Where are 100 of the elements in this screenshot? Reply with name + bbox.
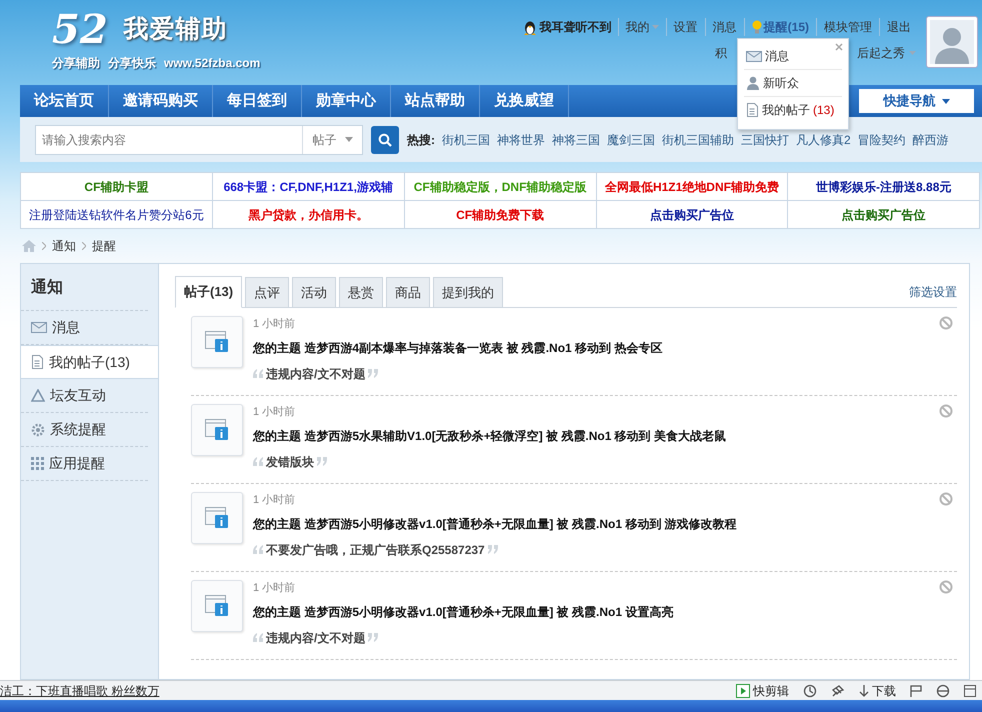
filter-settings-link[interactable]: 筛选设置 bbox=[909, 283, 957, 307]
forum-link[interactable]: 热会专区 bbox=[614, 340, 662, 354]
hot-search-label: 热搜: bbox=[407, 132, 435, 148]
close-quote-icon bbox=[368, 633, 378, 642]
credit-label: 积 bbox=[715, 45, 727, 62]
flag-icon[interactable] bbox=[910, 684, 922, 696]
menu-link[interactable]: 我的 bbox=[618, 18, 666, 36]
username-link[interactable]: 我耳聋听不到 bbox=[522, 18, 618, 36]
header-link[interactable]: 设置 bbox=[666, 18, 705, 36]
open-quote-icon bbox=[253, 633, 263, 642]
chevron-icon bbox=[82, 242, 86, 250]
reason-text: 违规内容/文不对题 bbox=[266, 366, 366, 382]
notification-text: 您的主题 造梦西游5水果辅助V1.0[无敌秒杀+轻微浮空] 被 残霞.No1 移动到 美食大战老鼠 bbox=[253, 428, 726, 444]
quick-nav-button[interactable]: 快捷导航 bbox=[859, 89, 974, 113]
tab[interactable]: 帖子(13) bbox=[175, 276, 242, 308]
home-icon[interactable] bbox=[22, 240, 36, 252]
hot-search-link[interactable]: 凡人修真2 bbox=[796, 130, 851, 148]
open-quote-icon bbox=[253, 545, 263, 554]
header-link[interactable]: 模块管理 bbox=[816, 18, 879, 36]
scope-label[interactable]: 帖子 bbox=[312, 130, 336, 148]
hot-search-link[interactable]: 三国快打 bbox=[741, 130, 789, 148]
hot-search-link[interactable]: 神将三国 bbox=[552, 130, 600, 148]
download-button[interactable]: 下载 bbox=[859, 682, 896, 700]
sidebar-item[interactable]: 我的帖子(13) bbox=[21, 345, 159, 379]
user-link[interactable]: 残霞.No1 bbox=[572, 604, 622, 618]
block-icon[interactable] bbox=[939, 404, 953, 418]
hot-search-link[interactable]: 神将世界 bbox=[497, 130, 545, 148]
reason-text: 发错版块 bbox=[266, 454, 314, 470]
thread-link[interactable]: 造梦西游5水果辅助V1.0[无敌秒杀+轻微浮空] bbox=[304, 428, 543, 442]
down-arrow-icon bbox=[859, 684, 869, 696]
grid-icon bbox=[31, 457, 44, 470]
tab[interactable]: 商品 bbox=[386, 277, 430, 308]
avatar[interactable] bbox=[926, 16, 978, 68]
open-quote-icon bbox=[253, 457, 263, 466]
header-link[interactable]: 退出 bbox=[879, 18, 918, 36]
hot-search-link[interactable]: 醉西游 bbox=[912, 130, 949, 148]
document-icon bbox=[746, 103, 759, 117]
user-link[interactable]: 残霞.No1 bbox=[561, 428, 612, 442]
user-link[interactable]: 残霞.No1 bbox=[572, 516, 622, 530]
caret-icon bbox=[344, 137, 352, 142]
clip-button[interactable]: 快剪辑 bbox=[736, 682, 789, 700]
search-field[interactable]: 请输入搜索内容 帖子 bbox=[35, 124, 363, 154]
status-link[interactable]: 洁工：下班直播唱歌 粉丝数万 bbox=[0, 682, 160, 700]
pin-icon[interactable] bbox=[831, 684, 845, 698]
window-icon[interactable] bbox=[964, 684, 976, 696]
sidebar-item[interactable]: 坛友互动 bbox=[21, 379, 148, 413]
ad-link[interactable]: CF辅助卡盟 bbox=[84, 180, 148, 194]
envelope-icon bbox=[746, 50, 762, 62]
time-text: 1 小时前 bbox=[253, 405, 296, 420]
hot-search-link[interactable]: 街机三国 bbox=[442, 130, 490, 148]
notification-text: 您的主题 造梦西游5小明修改器v1.0[普通秒杀+无限血量] 被 残霞.No1 设置高亮 bbox=[253, 604, 674, 620]
user-link[interactable]: 残霞.No1 bbox=[522, 340, 572, 354]
header-link[interactable]: 消息 bbox=[704, 18, 744, 36]
menu-item[interactable]: 新听众 bbox=[744, 70, 842, 97]
block-icon[interactable] bbox=[939, 580, 953, 594]
info-window-icon bbox=[205, 595, 229, 617]
time-text: 1 小时前 bbox=[253, 581, 296, 596]
sidebar-title: 通知 bbox=[21, 272, 148, 311]
search-icon bbox=[378, 132, 392, 146]
chevron-icon bbox=[42, 242, 46, 250]
thread-link[interactable]: 造梦西游5小明修改器v1.0[普通秒杀+无限血量] bbox=[304, 604, 554, 618]
search-button[interactable] bbox=[371, 126, 399, 154]
breadcrumb-link[interactable]: 提醒 bbox=[92, 237, 116, 255]
tagline: 分享辅助 bbox=[52, 55, 100, 72]
close-icon[interactable] bbox=[835, 43, 843, 51]
notification-text: 您的主题 造梦西游5小明修改器v1.0[普通秒杀+无限血量] 被 残霞.No1 移动到 游戏修改教程 bbox=[253, 516, 737, 532]
tab[interactable]: 活动 bbox=[292, 277, 336, 308]
block-icon[interactable] bbox=[939, 492, 953, 506]
breadcrumb-link[interactable]: 通知 bbox=[52, 237, 76, 255]
close-quote-icon bbox=[317, 457, 327, 466]
penguin-icon bbox=[522, 20, 537, 34]
menu-item[interactable]: 消息 bbox=[744, 43, 842, 70]
tab[interactable]: 提到我的 bbox=[433, 277, 504, 308]
caret-icon bbox=[652, 25, 659, 29]
tagline: www.52fzba.com bbox=[164, 55, 260, 72]
hot-search-link[interactable]: 魔剑三国 bbox=[607, 130, 655, 148]
menu-item[interactable]: 我的帖子 (13) bbox=[744, 97, 842, 123]
forum-link[interactable]: 美食大战老鼠 bbox=[654, 428, 726, 442]
sidebar-item[interactable]: 系统提醒 bbox=[21, 413, 148, 447]
caret-icon bbox=[909, 51, 916, 55]
reason-text: 不要发广告哦，正规广告联系Q25587237 bbox=[266, 542, 485, 558]
thread-link[interactable]: 造梦西游5小明修改器v1.0[普通秒杀+无限血量] bbox=[304, 516, 554, 530]
person-icon bbox=[746, 76, 760, 90]
block-icon[interactable] bbox=[939, 316, 953, 330]
tab[interactable]: 悬赏 bbox=[339, 277, 384, 308]
hot-search-link[interactable]: 冒险契约 bbox=[858, 130, 906, 148]
close-quote-icon bbox=[368, 369, 378, 378]
forum-link[interactable]: 游戏修改教程 bbox=[664, 516, 737, 530]
document-icon bbox=[31, 355, 44, 369]
info-window-icon bbox=[205, 507, 229, 529]
info-window-icon bbox=[205, 419, 229, 441]
tab[interactable]: 点评 bbox=[245, 277, 290, 308]
time-text: 1 小时前 bbox=[253, 317, 296, 332]
rank-link[interactable]: 后起之秀 bbox=[857, 44, 916, 62]
thread-link[interactable]: 造梦西游4副本爆率与掉落装备一览表 bbox=[304, 340, 504, 354]
hot-search-link[interactable]: 街机三国辅助 bbox=[662, 130, 734, 148]
refresh-icon[interactable] bbox=[803, 684, 817, 698]
close-quote-icon bbox=[488, 545, 498, 554]
notification-text: 您的主题 造梦西游4副本爆率与掉落装备一览表 被 残霞.No1 移动到 热会专区 bbox=[253, 340, 662, 356]
sidebar-item[interactable]: 应用提醒 bbox=[21, 447, 148, 481]
